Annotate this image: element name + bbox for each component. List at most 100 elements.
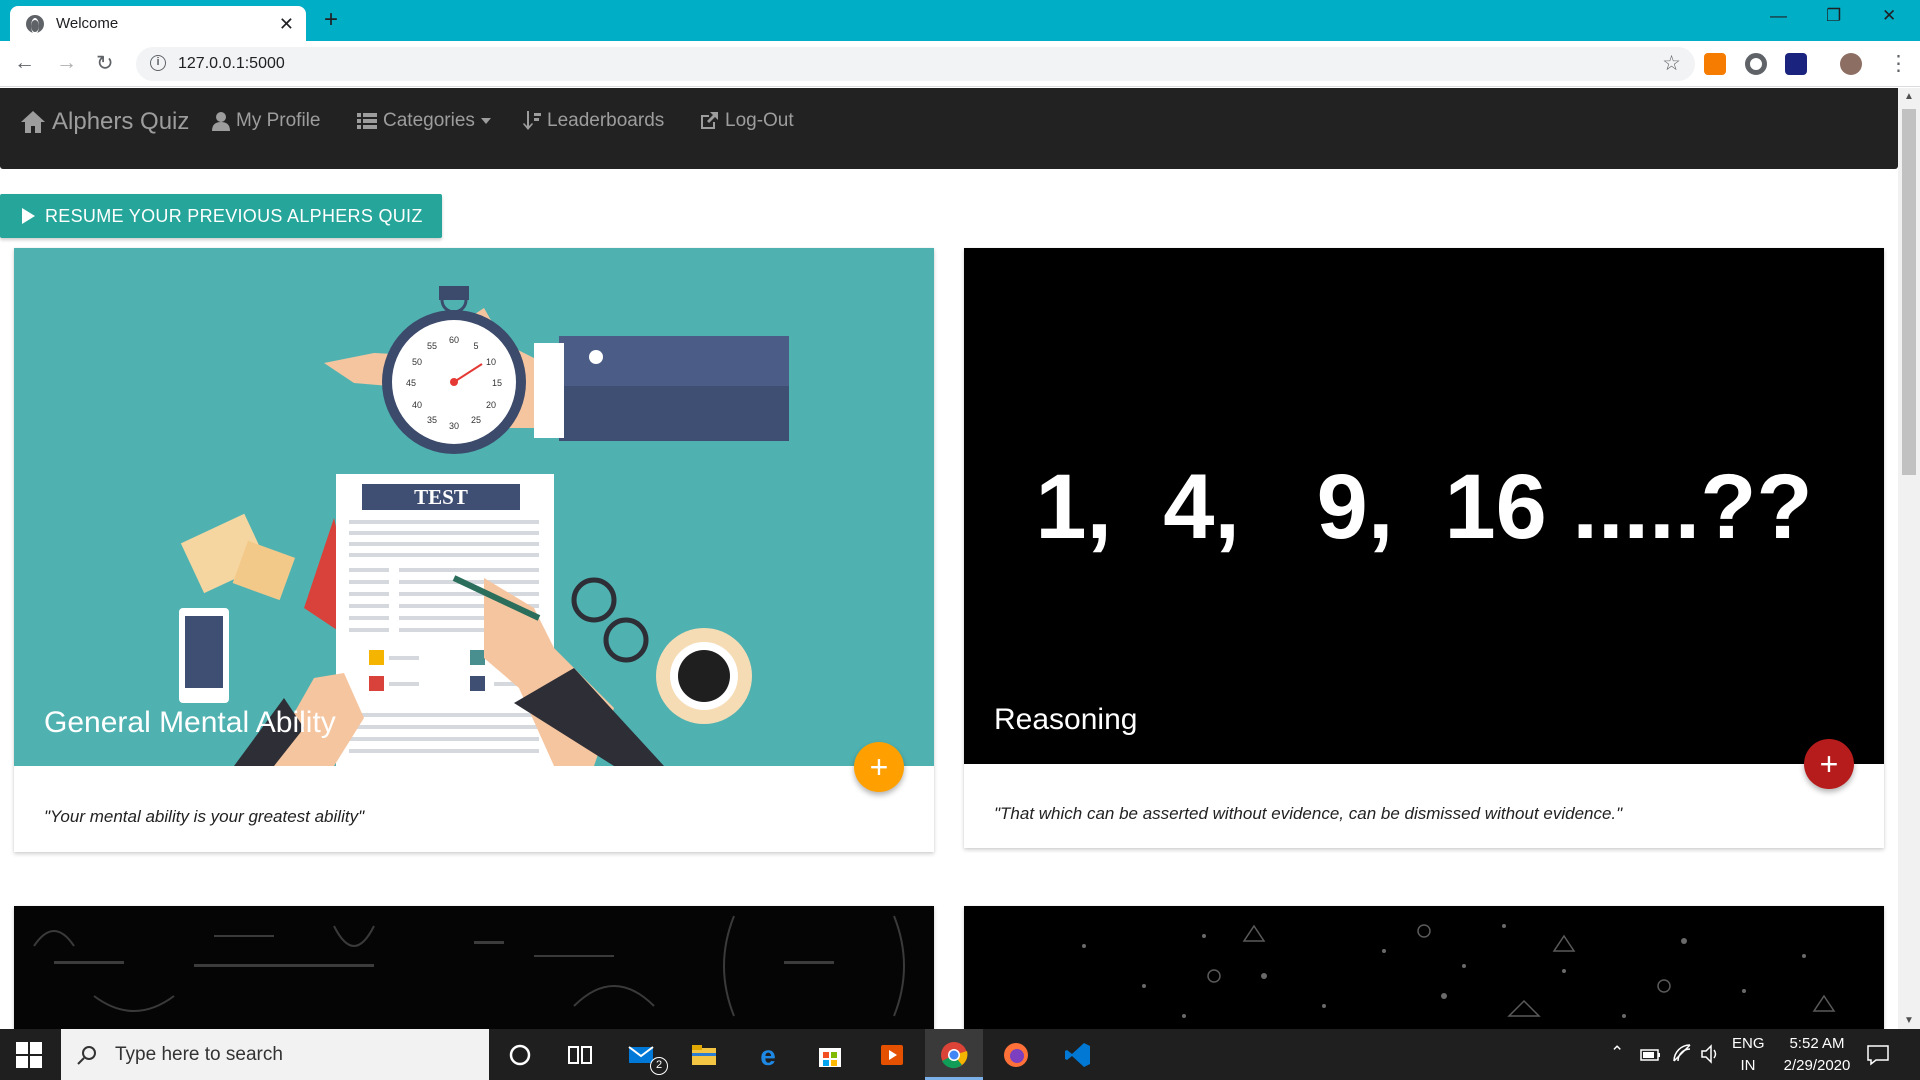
card-title[interactable]: Reasoning (994, 703, 1137, 737)
logout-icon (701, 112, 718, 129)
category-card-reasoning[interactable]: 1, 4, 9, 16 .....?? Reasoning + "That wh… (964, 248, 1884, 848)
resume-quiz-button[interactable]: RESUME YOUR PREVIOUS ALPHERS QUIZ (0, 194, 442, 238)
play-icon (22, 208, 35, 224)
tab-title: Welcome (56, 15, 119, 32)
cortana-icon[interactable] (506, 1041, 534, 1069)
volume-icon[interactable] (1700, 1043, 1722, 1065)
firefox-icon[interactable] (1002, 1041, 1030, 1069)
edge-icon[interactable]: e (754, 1041, 782, 1069)
stopwatch-number: 35 (427, 415, 437, 425)
wifi-icon[interactable] (1672, 1043, 1694, 1065)
page-content: Alphers Quiz My Profile Categories Leade… (0, 88, 1898, 1029)
category-card-general-mental-ability[interactable]: 60 5 10 15 20 25 30 35 40 45 50 55 TEST … (14, 248, 934, 852)
search-placeholder: Type here to search (115, 1043, 283, 1065)
number-sequence-image: 1, 4, 9, 16 .....?? (1035, 456, 1812, 558)
stopwatch-number: 5 (473, 341, 478, 351)
clock-time[interactable]: 5:52 AM (1772, 1035, 1862, 1052)
extension-circle-icon[interactable] (1745, 53, 1767, 75)
card-image: 60 5 10 15 20 25 30 35 40 45 50 55 TEST (14, 248, 934, 766)
new-tab-icon[interactable]: + (324, 6, 338, 34)
store-icon[interactable] (816, 1041, 844, 1069)
media-player-icon[interactable] (878, 1041, 906, 1069)
test-label: TEST (414, 485, 468, 509)
minimize-icon[interactable]: — (1770, 6, 1787, 26)
browser-tab[interactable]: Welcome ✕ (10, 6, 306, 41)
stopwatch-number: 30 (449, 421, 459, 431)
windows-start-icon[interactable] (16, 1042, 42, 1068)
restore-icon[interactable]: ❐ (1826, 6, 1841, 26)
search-icon (77, 1045, 96, 1065)
home-icon (21, 111, 45, 133)
nav-label: Log-Out (725, 110, 794, 131)
extension-screen-icon[interactable] (1785, 53, 1807, 75)
nav-my-profile[interactable]: My Profile (212, 110, 320, 132)
task-view-icon[interactable] (566, 1041, 594, 1069)
sort-icon (523, 111, 541, 130)
chrome-icon[interactable] (940, 1041, 968, 1069)
battery-icon[interactable] (1640, 1045, 1662, 1065)
add-quiz-button[interactable]: + (854, 742, 904, 792)
category-card-math[interactable] (14, 906, 934, 1029)
nav-label: Categories (383, 110, 475, 131)
bookmark-star-icon[interactable]: ☆ (1662, 51, 1681, 76)
stopwatch-number: 25 (471, 415, 481, 425)
nav-label: My Profile (236, 110, 321, 131)
clock-date[interactable]: 2/29/2020 (1772, 1057, 1862, 1074)
user-icon (212, 112, 230, 131)
stopwatch-number: 50 (412, 357, 422, 367)
category-card-symbols[interactable] (964, 906, 1884, 1029)
scroll-up-icon[interactable]: ▲ (1904, 91, 1914, 102)
language-top[interactable]: ENG (1732, 1035, 1765, 1052)
nav-label: Leaderboards (547, 110, 665, 131)
add-quiz-button[interactable]: + (1804, 739, 1854, 789)
menu-icon[interactable]: ⋮ (1888, 51, 1909, 76)
file-explorer-icon[interactable] (690, 1041, 718, 1069)
forward-icon[interactable]: → (56, 51, 77, 75)
test-illustration: 60 5 10 15 20 25 30 35 40 45 50 55 TEST (179, 286, 789, 766)
close-tab-icon[interactable]: ✕ (279, 14, 294, 35)
browser-toolbar: ← → ↻ i 127.0.0.1:5000 ☆ ⋮ (0, 41, 1920, 87)
scattered-symbols-image (1082, 924, 1836, 1018)
math-formulas-image (33, 915, 905, 1017)
card-image: 1, 4, 9, 16 .....?? (964, 248, 1884, 764)
extension-icon[interactable] (1704, 53, 1726, 75)
avatar[interactable] (1840, 53, 1862, 75)
nav-categories[interactable]: Categories (357, 110, 491, 132)
language-bottom[interactable]: IN (1732, 1057, 1764, 1074)
taskbar-search[interactable]: Type here to search (61, 1029, 489, 1080)
brand-link[interactable]: Alphers Quiz (20, 108, 189, 136)
tray-chevron-icon[interactable]: ⌃ (1610, 1043, 1624, 1063)
svg-text:e: e (760, 1041, 776, 1069)
address-bar[interactable]: i 127.0.0.1:5000 ☆ (136, 47, 1695, 81)
reload-icon[interactable]: ↻ (96, 51, 114, 76)
stopwatch-number: 10 (486, 357, 496, 367)
vscode-icon[interactable] (1064, 1041, 1092, 1069)
back-icon[interactable]: ← (14, 51, 35, 75)
globe-icon (26, 14, 44, 34)
close-window-icon[interactable]: ✕ (1882, 6, 1896, 26)
card-title[interactable]: General Mental Ability (44, 706, 336, 740)
stopwatch-number: 15 (492, 378, 502, 388)
brand-label: Alphers Quiz (52, 108, 190, 135)
notifications-icon[interactable] (1866, 1043, 1890, 1067)
resume-label: RESUME YOUR PREVIOUS ALPHERS QUIZ (45, 205, 423, 226)
page-scrollbar[interactable]: ▲ ▼ (1898, 88, 1920, 1029)
mail-badge: 2 (650, 1057, 668, 1075)
stopwatch-number: 40 (412, 400, 422, 410)
stopwatch-number: 55 (427, 341, 437, 351)
site-navbar: Alphers Quiz My Profile Categories Leade… (0, 88, 1898, 169)
info-icon[interactable]: i (150, 55, 166, 71)
nav-logout[interactable]: Log-Out (699, 110, 794, 132)
stopwatch-number: 20 (486, 400, 496, 410)
caret-down-icon (480, 118, 491, 124)
nav-leaderboards[interactable]: Leaderboards (523, 110, 664, 132)
stopwatch-number: 45 (406, 378, 416, 388)
scroll-down-icon[interactable]: ▼ (1904, 1015, 1914, 1026)
browser-titlebar: Welcome ✕ + — ❐ ✕ (0, 0, 1920, 41)
scroll-thumb[interactable] (1902, 109, 1916, 475)
taskbar: Type here to search 2 e ⌃ ENG IN 5:52 AM… (0, 1029, 1920, 1080)
card-quote: "That which can be asserted without evid… (994, 804, 1623, 823)
sequence-text: 1, 4, 9, 16 .....?? (1035, 456, 1812, 558)
list-icon (357, 113, 377, 129)
card-quote: "Your mental ability is your greatest ab… (44, 807, 365, 826)
